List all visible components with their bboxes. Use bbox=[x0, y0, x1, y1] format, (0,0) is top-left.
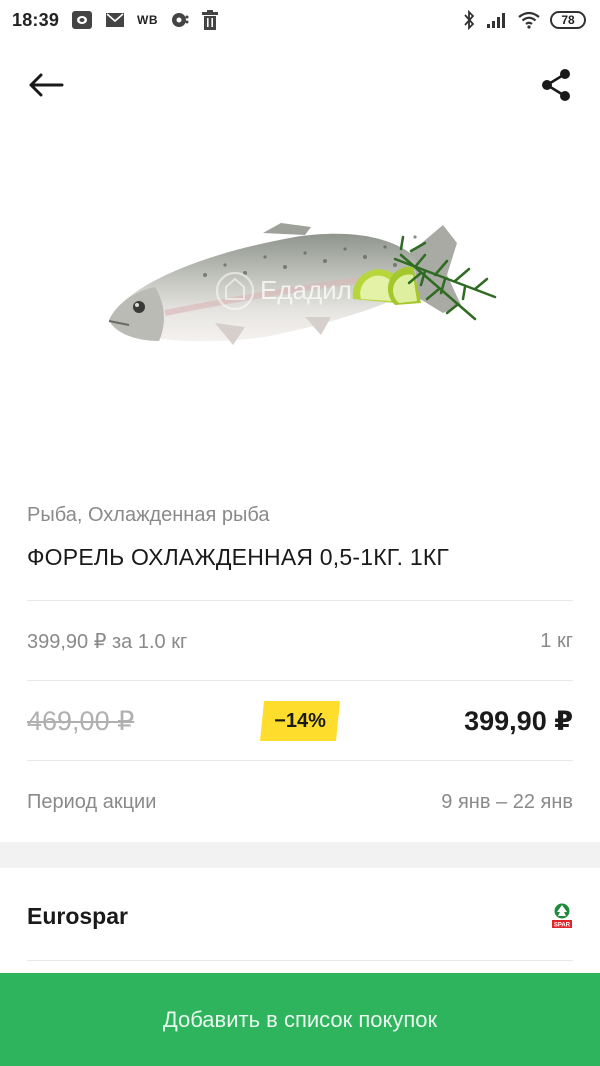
new-price: 399,90 ₽ bbox=[464, 705, 573, 736]
share-icon bbox=[540, 68, 572, 107]
add-to-shopping-list-button[interactable]: Добавить в список покупок bbox=[0, 973, 600, 1066]
bluetooth-icon bbox=[462, 10, 476, 30]
wifi-icon bbox=[518, 11, 540, 29]
unit-price-row: 399,90 ₽ за 1.0 кг 1 кг bbox=[27, 626, 573, 656]
trout-illustration: Едадил bbox=[108, 223, 497, 345]
promo-period-value: 9 янв – 22 янв bbox=[441, 790, 573, 813]
price-row: 469,00 ₽ −14% 399,90 ₽ bbox=[27, 701, 573, 741]
product-title: ФОРЕЛЬ ОХЛАЖДЕННАЯ 0,5-1КГ. 1КГ bbox=[27, 544, 450, 570]
add-to-shopping-list-label: Добавить в список покупок bbox=[162, 1006, 438, 1032]
store-row[interactable]: Eurospar SPAR bbox=[27, 898, 573, 934]
divider bbox=[27, 600, 573, 601]
product-image: Едадил bbox=[95, 195, 505, 365]
divider bbox=[27, 760, 573, 761]
signal-icon bbox=[486, 11, 508, 29]
unit-price: 399,90 ₽ за 1.0 кг bbox=[27, 630, 188, 653]
product-category: Рыба, Охлажденная рыба bbox=[27, 504, 270, 526]
opera-icon bbox=[71, 10, 93, 30]
discount-label: −14% bbox=[274, 709, 326, 732]
promo-period-label: Период акции bbox=[27, 790, 157, 813]
spar-logo-icon: SPAR bbox=[551, 903, 573, 929]
divider bbox=[27, 960, 573, 961]
app-bar bbox=[0, 55, 600, 119]
store-name: Eurospar bbox=[27, 902, 128, 929]
watermark-text: Едадил bbox=[260, 275, 352, 305]
arrow-left-icon bbox=[28, 73, 64, 102]
status-bar: 18:39 WB 78 bbox=[0, 0, 600, 40]
status-time: 18:39 bbox=[12, 9, 60, 30]
section-separator bbox=[0, 842, 600, 868]
old-price: 469,00 ₽ bbox=[27, 705, 135, 736]
back-button[interactable] bbox=[24, 69, 68, 105]
mail-icon bbox=[105, 12, 125, 28]
wb-icon: WB bbox=[137, 13, 159, 27]
share-button[interactable] bbox=[536, 67, 576, 107]
discount-badge: −14% bbox=[260, 701, 340, 741]
quantity: 1 кг bbox=[540, 629, 573, 652]
battery-indicator: 78 bbox=[550, 11, 586, 29]
trash-icon bbox=[202, 10, 219, 30]
vk-icon bbox=[170, 10, 190, 30]
spar-logo-text: SPAR bbox=[554, 923, 571, 929]
promo-period-row: Период акции 9 янв – 22 янв bbox=[27, 787, 573, 817]
divider bbox=[27, 680, 573, 681]
